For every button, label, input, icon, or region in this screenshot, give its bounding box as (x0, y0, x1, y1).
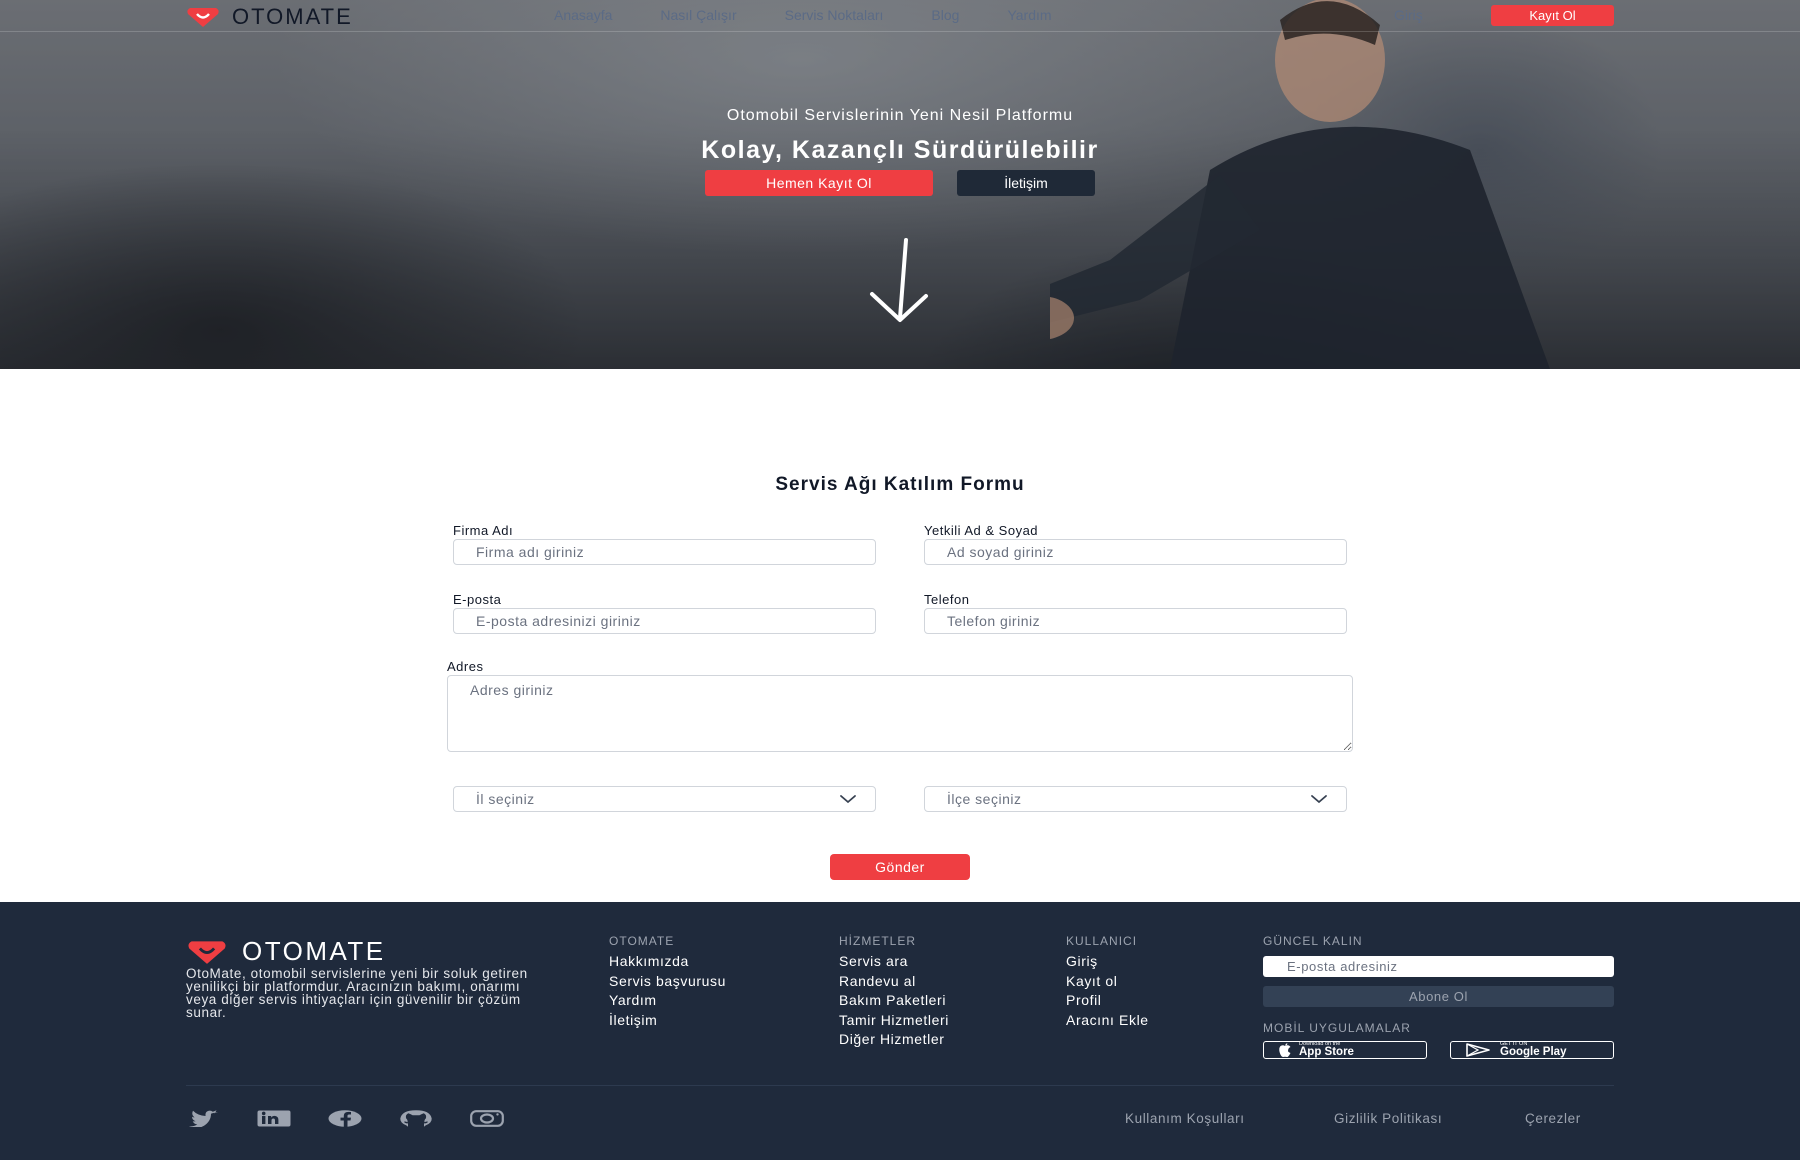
email-label: E-posta (453, 592, 502, 607)
district-select[interactable]: İlçe seçiniz (924, 786, 1347, 812)
facebook-icon[interactable] (328, 1110, 362, 1127)
hero-subtitle: Otomobil Servislerinin Yeni Nesil Platfo… (726, 107, 1074, 124)
hero-section: OTOMATE Anasayfa Nasıl Çalışır Servis No… (0, 0, 1800, 369)
nav-link-service-points[interactable]: Servis Noktaları (785, 7, 884, 23)
google-play-badge[interactable]: GET IT ON Google Play (1450, 1041, 1614, 1059)
footer-column-services: HİZMETLER Servis ara Randevu al Bakım Pa… (839, 934, 949, 1050)
google-play-icon (1466, 1043, 1490, 1057)
footer-link-add-vehicle[interactable]: Aracını Ekle (1066, 1011, 1149, 1031)
footer-column-title: KULLANICI (1066, 934, 1138, 948)
footer-link-other-services[interactable]: Diğer Hizmetler (839, 1030, 949, 1050)
logo-icon (188, 940, 226, 964)
nav-link-home[interactable]: Anasayfa (554, 7, 612, 23)
city-select-value: İl seçiniz (476, 791, 535, 807)
footer-column-title: OTOMATE (609, 934, 675, 948)
address-label: Adres (447, 659, 484, 674)
footer-divider (186, 1085, 1614, 1086)
register-now-button[interactable]: Hemen Kayıt Ol (705, 170, 933, 196)
top-navigation: OTOMATE Anasayfa Nasıl Çalışır Servis No… (0, 0, 1800, 32)
nav-link-blog[interactable]: Blog (931, 7, 959, 23)
chevron-down-icon (840, 795, 856, 804)
hero-title: Kolay, Kazançlı Sürdürülebilir (701, 136, 1099, 164)
company-input[interactable] (453, 539, 876, 565)
brand-name: OTOMATE (232, 4, 353, 29)
phone-input[interactable] (924, 608, 1347, 634)
github-icon[interactable] (399, 1110, 433, 1127)
footer-link-login[interactable]: Giriş (1066, 952, 1149, 972)
footer-link-help[interactable]: Yardım (609, 991, 726, 1011)
footer-link-appointment[interactable]: Randevu al (839, 972, 949, 992)
brand-logo[interactable]: OTOMATE (186, 4, 353, 30)
linkedin-icon[interactable] (257, 1110, 291, 1127)
contact-name-input[interactable] (924, 539, 1347, 565)
footer-brand-name: OTOMATE (242, 936, 386, 966)
phone-label: Telefon (924, 592, 970, 607)
contact-button[interactable]: İletişim (957, 170, 1095, 196)
mobile-apps-title: MOBİL UYGULAMALAR (1263, 1021, 1411, 1035)
footer-logo[interactable]: OTOMATE (186, 936, 386, 967)
footer-link-about[interactable]: Hakkımızda (609, 952, 726, 972)
google-play-text: Google Play (1500, 1046, 1567, 1058)
footer-link-repair-services[interactable]: Tamir Hizmetleri (839, 1011, 949, 1031)
footer-link-find-service[interactable]: Servis ara (839, 952, 949, 972)
address-textarea[interactable] (447, 675, 1353, 752)
apple-icon (1279, 1042, 1291, 1057)
newsletter-title: GÜNCEL KALIN (1263, 934, 1363, 948)
mechanic-photo (1050, 0, 1550, 369)
footer-link-register[interactable]: Kayıt ol (1066, 972, 1149, 992)
nav-link-help[interactable]: Yardım (1007, 7, 1051, 23)
chevron-down-icon (1311, 795, 1327, 804)
instagram-icon[interactable] (470, 1110, 504, 1127)
privacy-link[interactable]: Gizlilik Politikası (1334, 1111, 1442, 1126)
signup-button[interactable]: Kayıt Ol (1491, 5, 1614, 26)
nav-links: Anasayfa Nasıl Çalışır Servis Noktaları … (554, 7, 1052, 23)
footer-column-otomate: OTOMATE Hakkımızda Servis başvurusu Yard… (609, 934, 726, 1030)
city-select[interactable]: İl seçiniz (453, 786, 876, 812)
footer-column-user: KULLANICI Giriş Kayıt ol Profil Aracını … (1066, 934, 1149, 1030)
twitter-icon[interactable] (186, 1110, 220, 1127)
footer-description: OtoMate, otomobil servislerine yeni bir … (186, 966, 528, 1020)
arrow-down-icon[interactable] (864, 236, 934, 326)
form-title: Servis Ağı Katılım Formu (775, 474, 1025, 495)
submit-button[interactable]: Gönder (830, 854, 970, 880)
company-label: Firma Adı (453, 523, 514, 538)
login-link[interactable]: Giriş (1394, 7, 1423, 23)
footer-link-service-application[interactable]: Servis başvurusu (609, 972, 726, 992)
newsletter-email-input[interactable] (1263, 956, 1614, 977)
terms-link[interactable]: Kullanım Koşulları (1125, 1111, 1245, 1126)
app-store-text: App Store (1299, 1046, 1354, 1058)
email-input[interactable] (453, 608, 876, 634)
nav-link-how-it-works[interactable]: Nasıl Çalışır (660, 7, 736, 23)
footer-link-contact[interactable]: İletişim (609, 1011, 726, 1031)
district-select-value: İlçe seçiniz (947, 791, 1022, 807)
logo-icon (187, 8, 219, 27)
footer-column-title: HİZMETLER (839, 934, 917, 948)
footer-link-profile[interactable]: Profil (1066, 991, 1149, 1011)
app-store-badge[interactable]: Download on the App Store (1263, 1041, 1427, 1059)
contact-name-label: Yetkili Ad & Soyad (924, 523, 1039, 538)
cookies-link[interactable]: Çerezler (1525, 1111, 1581, 1126)
footer: OTOMATE OtoMate, otomobil servislerine y… (0, 902, 1800, 1160)
footer-link-maintenance-packages[interactable]: Bakım Paketleri (839, 991, 949, 1011)
subscribe-button[interactable]: Abone Ol (1263, 986, 1614, 1007)
